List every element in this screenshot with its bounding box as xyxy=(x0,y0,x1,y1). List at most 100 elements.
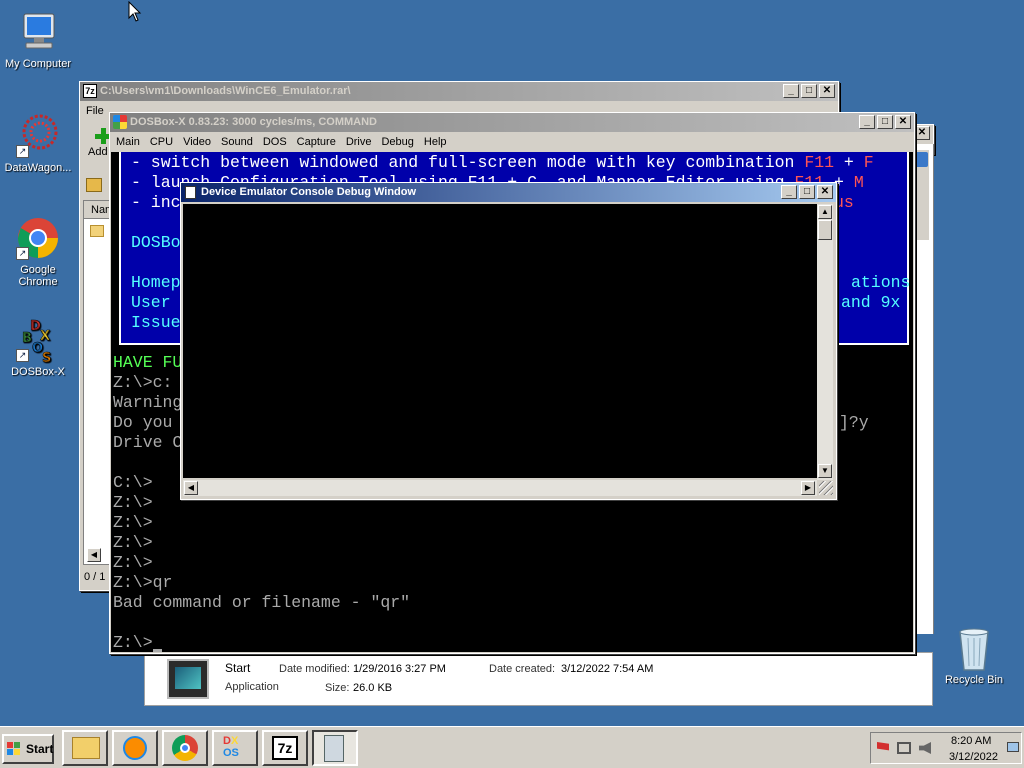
folder-up-icon[interactable] xyxy=(86,178,102,192)
menu-dos[interactable]: DOS xyxy=(263,136,287,148)
my-computer-icon xyxy=(16,10,60,54)
dosbox-icon: DX OS xyxy=(223,735,239,759)
console-line: C:\> xyxy=(113,473,153,492)
scroll-up-button[interactable]: ▲ xyxy=(818,205,832,219)
network-icon[interactable] xyxy=(897,742,911,754)
desktop-icon-recycle-bin[interactable]: Recycle Bin xyxy=(936,626,1012,686)
desktop-icon-chrome[interactable]: ↗ Google Chrome xyxy=(0,216,76,288)
menu-sound[interactable]: Sound xyxy=(221,136,253,148)
vertical-scrollbar[interactable]: ▲ ▼ xyxy=(817,204,833,480)
chrome-icon xyxy=(172,735,198,761)
search-icon xyxy=(913,152,928,167)
resize-grip-icon[interactable] xyxy=(819,481,833,495)
console-line: Bad command or filename - "qr" xyxy=(113,593,411,612)
file-list[interactable]: Nam ◀ xyxy=(83,200,114,565)
console-line: Z:\>c: xyxy=(113,373,173,392)
file-name: Start xyxy=(225,661,251,675)
debug-title-bar[interactable]: Device Emulator Console Debug Window _ □… xyxy=(181,183,836,202)
volume-icon[interactable] xyxy=(919,742,931,754)
sevenzip-title-bar[interactable]: 7z C:\Users\vm1\Downloads\WinCE6_Emulato… xyxy=(80,82,838,101)
column-header-name[interactable]: Nam xyxy=(84,201,114,219)
minimize-button[interactable]: _ xyxy=(783,84,799,98)
scroll-right-button[interactable]: ▶ xyxy=(801,481,815,495)
console-prompt: Z:\> xyxy=(113,633,153,652)
menu-video[interactable]: Video xyxy=(183,136,211,148)
menu-cpu[interactable]: CPU xyxy=(150,136,173,148)
scroll-down-button[interactable]: ▼ xyxy=(818,464,832,478)
text-cursor xyxy=(153,649,162,652)
desktop-icon-label: Recycle Bin xyxy=(944,674,1004,686)
desktop-icon-dosbox[interactable]: D X B O S ↗ DOSBox-X xyxy=(0,318,76,378)
minimize-button[interactable]: _ xyxy=(781,185,797,199)
7zip-icon: 7z xyxy=(272,736,298,760)
explorer-icon xyxy=(72,737,100,759)
svg-text:B: B xyxy=(22,331,32,346)
application-icon xyxy=(167,659,209,699)
desktop-icon-label: My Computer xyxy=(4,58,72,70)
menu-drive[interactable]: Drive xyxy=(346,136,372,148)
taskbar: Start DX OS 7z 8:20 AM 3/12/2022 xyxy=(0,726,1024,768)
size-value: 26.0 KB xyxy=(353,682,393,694)
taskbar-7zip-button[interactable]: 7z xyxy=(262,730,308,766)
scroll-thumb[interactable] xyxy=(818,220,832,240)
maximize-button[interactable]: □ xyxy=(877,115,893,129)
desktop-icon-my-computer[interactable]: My Computer xyxy=(0,10,76,70)
shortcut-arrow-icon: ↗ xyxy=(16,145,29,158)
close-button[interactable]: ✕ xyxy=(895,115,911,129)
taskbar-dosbox-button[interactable]: DX OS xyxy=(212,730,258,766)
clock-time[interactable]: 8:20 AM xyxy=(951,735,991,747)
horizontal-scrollbar[interactable]: ◀ ▶ xyxy=(183,480,817,496)
windows-logo-icon xyxy=(7,742,21,756)
start-button[interactable]: Start xyxy=(2,734,54,764)
action-center-flag-icon[interactable] xyxy=(877,742,889,751)
box-fragment: ations xyxy=(851,273,911,292)
close-button[interactable]: ✕ xyxy=(819,84,835,98)
box-line: User xyxy=(131,293,171,312)
show-desktop-icon[interactable] xyxy=(1007,742,1019,752)
clock-date[interactable]: 3/12/2022 xyxy=(949,751,998,763)
menu-help[interactable]: Help xyxy=(424,136,447,148)
console-icon xyxy=(185,186,196,199)
system-tray: 8:20 AM 3/12/2022 xyxy=(870,732,1022,764)
datawagon-icon: ↗ xyxy=(16,114,60,158)
status-bar: 0 / 1 xyxy=(84,571,106,583)
close-button[interactable]: ✕ xyxy=(817,185,833,199)
box-line: - inc xyxy=(131,193,181,212)
console-line: Z:\> xyxy=(113,513,153,532)
console-line: Warning xyxy=(113,393,183,412)
svg-text:S: S xyxy=(42,351,51,364)
shortcut-arrow-icon: ↗ xyxy=(16,349,29,362)
console-line: Do you xyxy=(113,413,173,432)
dosbox-icon: D X B O S ↗ xyxy=(16,318,60,366)
start-label: Start xyxy=(26,742,54,756)
scroll-left-button[interactable]: ◀ xyxy=(87,548,101,562)
taskbar-chrome-button[interactable] xyxy=(162,730,208,766)
menu-capture[interactable]: Capture xyxy=(297,136,336,148)
debug-window[interactable]: Device Emulator Console Debug Window _ □… xyxy=(180,182,837,500)
maximize-button[interactable]: □ xyxy=(801,84,817,98)
taskbar-explorer-button[interactable] xyxy=(62,730,108,766)
maximize-button[interactable]: □ xyxy=(799,185,815,199)
debug-console-output[interactable] xyxy=(183,204,817,478)
console-fragment: ]?y xyxy=(839,413,869,432)
window-title: C:\Users\vm1\Downloads\WinCE6_Emulator.r… xyxy=(100,85,351,97)
scroll-left-button[interactable]: ◀ xyxy=(184,481,198,495)
close-button[interactable]: ✕ xyxy=(914,126,930,140)
minimize-button[interactable]: _ xyxy=(859,115,875,129)
7zip-icon: 7z xyxy=(83,84,97,98)
box-line: Homep xyxy=(131,273,181,292)
taskbar-media-player-button[interactable] xyxy=(112,730,158,766)
menu-file[interactable]: File xyxy=(86,105,104,117)
taskbar-device-emulator-button[interactable] xyxy=(312,730,358,766)
folder-icon xyxy=(90,225,104,237)
dosbox-icon xyxy=(113,115,127,129)
add-label: Add xyxy=(88,146,108,158)
console-line: Z:\> xyxy=(113,493,153,512)
box-line: DOSBo xyxy=(131,233,181,252)
dosbox-title-bar[interactable]: DOSBox-X 0.83.23: 3000 cycles/ms, COMMAN… xyxy=(110,113,914,132)
menu-debug[interactable]: Debug xyxy=(381,136,413,148)
menu-main[interactable]: Main xyxy=(116,136,140,148)
desktop-icon-datawagon[interactable]: ↗ DataWagon... xyxy=(0,114,76,174)
dosbox-menu-bar: Main CPU Video Sound DOS Capture Drive D… xyxy=(110,132,914,151)
desktop-icon-label: DataWagon... xyxy=(4,162,72,174)
